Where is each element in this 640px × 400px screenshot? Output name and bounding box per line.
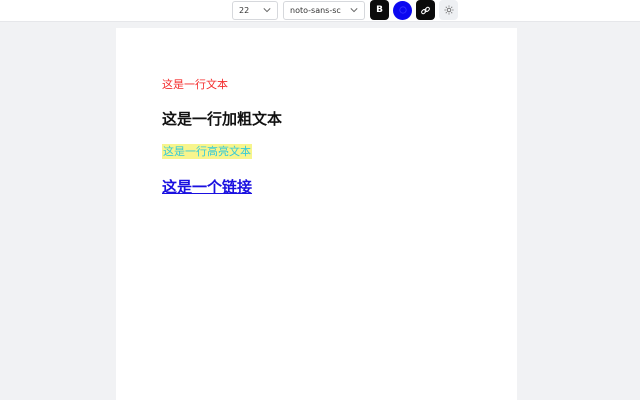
font-family-value: noto-sans-sc — [290, 6, 341, 15]
chevron-down-icon — [263, 8, 271, 13]
link-button[interactable] — [416, 0, 435, 20]
font-size-value: 22 — [239, 6, 250, 15]
sun-icon — [444, 5, 453, 15]
font-family-select[interactable]: noto-sans-sc — [283, 1, 365, 20]
color-picker-icon — [393, 0, 412, 20]
highlighted-text-line: 这是一行高亮文本 — [162, 144, 252, 159]
theme-toggle-button[interactable] — [439, 0, 458, 20]
link-icon — [421, 6, 430, 14]
bold-text-line: 这是一行加粗文本 — [162, 110, 283, 128]
text-color-button[interactable] — [393, 0, 412, 20]
chevron-down-icon — [350, 8, 358, 13]
toolbar: 22 noto-sans-sc B — [0, 0, 640, 22]
bold-button[interactable]: B — [370, 0, 389, 20]
red-text-line: 这是一行文本 — [162, 78, 228, 91]
link-text[interactable]: 这是一个链接 — [162, 176, 252, 197]
font-size-select[interactable]: 22 — [232, 1, 278, 20]
bold-label: B — [376, 5, 383, 15]
editor-page[interactable]: 这是一行文本 这是一行加粗文本 这是一行高亮文本 这是一个链接 — [116, 28, 517, 400]
